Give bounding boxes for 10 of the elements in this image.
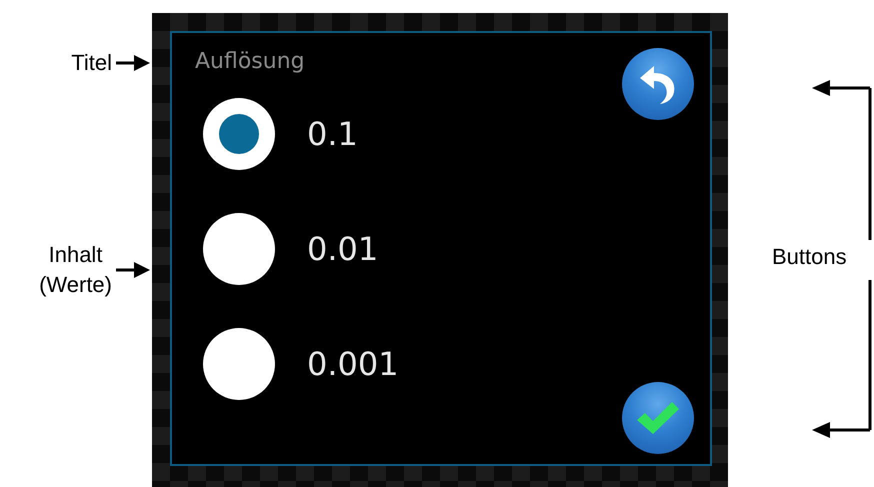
check-icon: [635, 400, 681, 436]
callout-label: Titel: [71, 49, 112, 77]
option-label: 0.001: [307, 345, 399, 383]
callout-label: (Werte): [39, 271, 112, 299]
pointer-arrow: [116, 55, 150, 71]
option-label: 0.01: [307, 230, 378, 268]
callout-label: Inhalt: [48, 241, 102, 269]
pointer-arrow: [116, 262, 150, 278]
dialog-title: Auflösung: [195, 48, 306, 76]
option-label: 0.1: [307, 115, 358, 153]
